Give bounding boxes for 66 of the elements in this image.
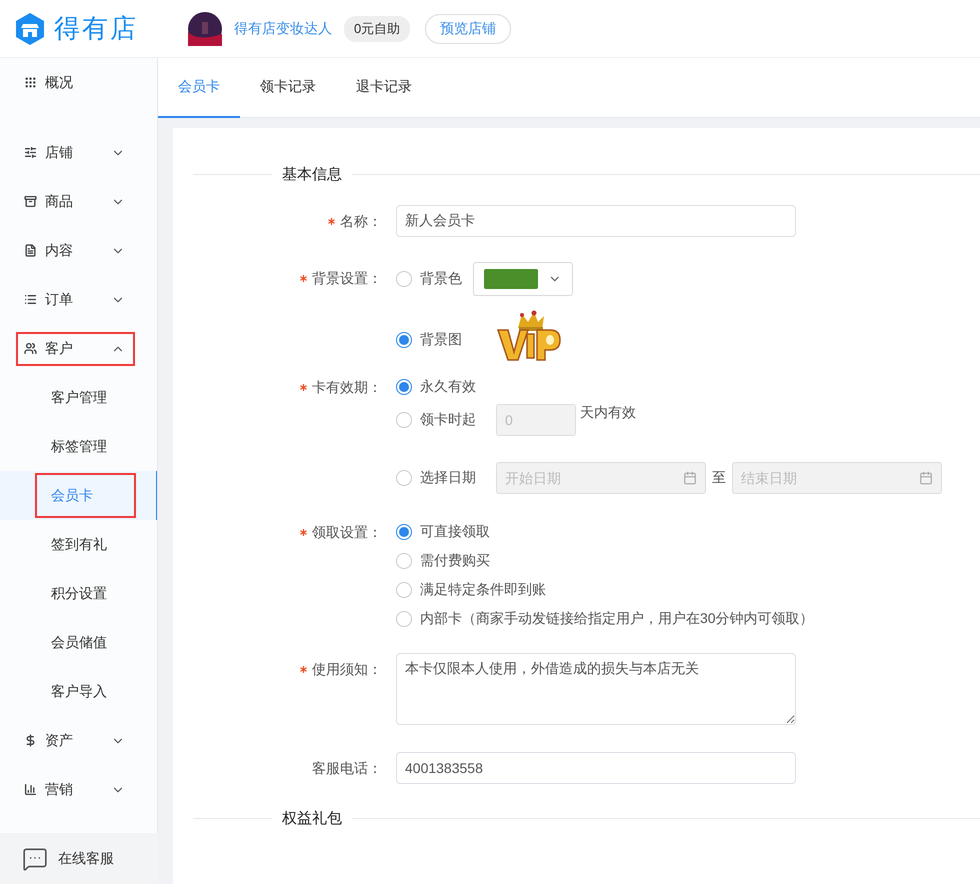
radio-label: 永久有效 xyxy=(420,378,476,396)
tab[interactable]: 领卡记录 xyxy=(240,58,336,118)
menu-item[interactable]: 客户管理 xyxy=(35,375,136,420)
range-separator: 至 xyxy=(712,469,726,487)
usage-notice-textarea[interactable]: 本卡仅限本人使用，外借造成的损失与本店无关 xyxy=(396,653,796,725)
menu-item[interactable]: 商品 xyxy=(16,184,135,218)
menu-item[interactable]: 订单 xyxy=(16,282,135,316)
field-label: 客服电话： xyxy=(312,759,382,778)
menu-icon xyxy=(24,734,37,747)
highlighted-menu-item[interactable]: 客户 xyxy=(16,332,135,366)
menu-item[interactable]: 资产 xyxy=(16,724,135,758)
menu-item[interactable]: 会员储值 xyxy=(35,620,136,665)
menu-icon xyxy=(24,293,37,306)
phone-input[interactable]: 4001383558 xyxy=(396,752,796,784)
menu-item[interactable]: 标签管理 xyxy=(35,424,136,469)
menu-icon xyxy=(24,76,37,89)
name-input[interactable]: 新人会员卡 xyxy=(396,205,796,237)
radio-button[interactable] xyxy=(396,379,412,395)
radio-button[interactable] xyxy=(396,412,412,428)
menu-item[interactable]: 营销 xyxy=(16,772,135,806)
radio-button[interactable] xyxy=(396,524,412,540)
section-title: 权益礼包 xyxy=(282,808,342,828)
radio-button[interactable] xyxy=(396,553,412,569)
menu-item[interactable]: 客户导入 xyxy=(35,669,136,714)
chat-icon xyxy=(22,846,48,872)
tab[interactable]: 会员卡 xyxy=(158,58,240,118)
radio-label: 内部卡（商家手动发链接给指定用户，用户在30分钟内可领取） xyxy=(420,610,814,628)
menu-item[interactable]: 内容 xyxy=(16,234,135,268)
menu-item[interactable]: 签到有礼 xyxy=(35,522,136,567)
section-title: 基本信息 xyxy=(282,164,342,184)
radio-button[interactable] xyxy=(396,332,412,348)
radio-button[interactable] xyxy=(396,611,412,627)
menu-item[interactable]: 积分设置 xyxy=(35,571,136,616)
radio-label: 选择日期 xyxy=(420,469,476,487)
plan-badge: 0元自助 xyxy=(344,16,410,42)
radio-label: 背景色 xyxy=(420,270,462,288)
logo-text: 得有店 xyxy=(54,12,138,45)
field-label: 背景设置： xyxy=(312,269,382,288)
shop-name: 得有店变妆达人 xyxy=(234,20,332,38)
tab[interactable]: 退卡记录 xyxy=(336,58,432,118)
radio-label: 领卡时起 xyxy=(420,411,476,429)
online-support-bar[interactable]: 在线客服 xyxy=(0,833,158,884)
field-label: 名称： xyxy=(340,212,382,231)
radio-label: 满足特定条件即到账 xyxy=(420,581,546,599)
menu-icon xyxy=(24,146,37,159)
radio-button[interactable] xyxy=(396,470,412,486)
menu-icon xyxy=(24,342,37,355)
radio-label: 背景图 xyxy=(420,331,462,349)
radio-label: 可直接领取 xyxy=(420,523,490,541)
radio-label: 需付费购买 xyxy=(420,552,490,570)
store-logo-icon xyxy=(14,12,46,46)
menu-item[interactable]: 概况 xyxy=(16,66,135,100)
menu-icon xyxy=(24,244,37,257)
field-label: 领取设置： xyxy=(312,523,382,542)
menu-icon xyxy=(24,195,37,208)
radio-button[interactable] xyxy=(396,582,412,598)
calendar-icon xyxy=(919,471,933,485)
color-picker[interactable] xyxy=(473,262,573,296)
radio-button[interactable] xyxy=(396,271,412,287)
avatar xyxy=(188,12,222,46)
suffix-text: 天内有效 xyxy=(580,404,636,422)
field-label: 使用须知： xyxy=(312,660,382,679)
menu-icon xyxy=(24,783,37,796)
calendar-icon xyxy=(683,471,697,485)
menu-item[interactable]: 店铺 xyxy=(16,136,135,170)
field-label: 卡有效期： xyxy=(312,378,382,397)
